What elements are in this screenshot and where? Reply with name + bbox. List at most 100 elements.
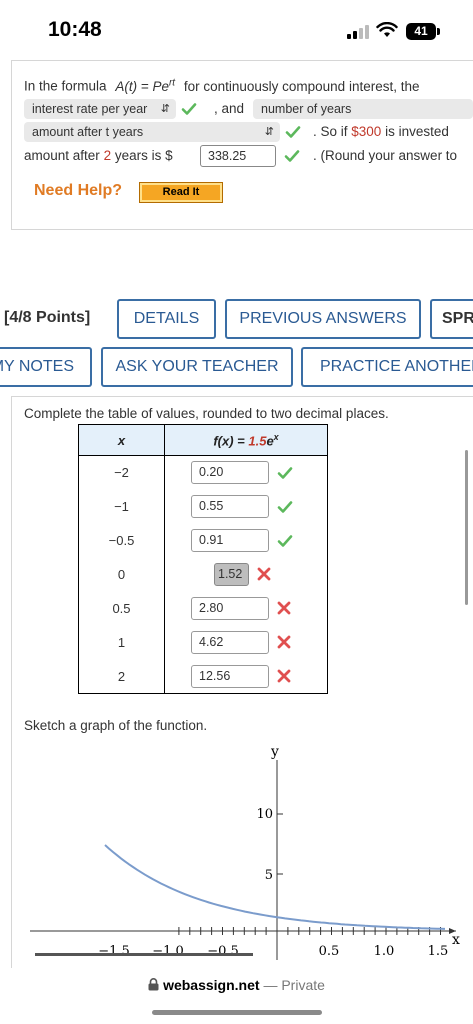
check-icon — [277, 499, 293, 518]
previous-answers-button[interactable]: PREVIOUS ANSWERS — [225, 299, 421, 339]
x-cell: 0.5 — [78, 591, 165, 626]
my-notes-button[interactable]: MY NOTES — [0, 347, 92, 387]
question1-line1: In the formula A(t) = Pert for continuou… — [24, 77, 419, 94]
check-icon — [284, 150, 300, 162]
function-graph[interactable]: y x 10 5 0.5 1.0 1.5 −1.5 −1.0 −0.5 — [30, 740, 470, 960]
fx-header-prefix: f(x) = — [213, 433, 249, 449]
lock-icon — [148, 978, 159, 991]
fx-cell: 4.62 — [164, 625, 328, 660]
x-tick-label-1.5: 1.5 — [428, 944, 449, 959]
check-icon — [277, 533, 293, 552]
sketch-instruction: Sketch a graph of the function. — [24, 718, 208, 733]
fx-answer-field[interactable]: 1.52 — [214, 562, 249, 586]
formula-intro: In the formula — [24, 78, 107, 94]
table-row: 0 1.52 — [78, 557, 328, 592]
years-value: 2 — [103, 148, 112, 163]
fx-answer-field[interactable]: 12.56 — [191, 664, 269, 688]
formula-exponent: rt — [168, 77, 176, 88]
x-tick-label-neg-1.5: −1.5 — [98, 944, 130, 959]
fx-cell: 1.52 — [164, 557, 328, 592]
table-instruction: Complete the table of values, rounded to… — [24, 406, 389, 421]
rate-select-value: interest rate per year — [32, 102, 148, 116]
fx-answer-field[interactable]: 4.62 — [191, 630, 269, 654]
fx-cell: 0.20 — [164, 455, 328, 490]
invested-amount: $300 — [351, 124, 382, 139]
fx-header-base: e — [266, 433, 274, 449]
points-label: [4/8 Points] — [4, 309, 91, 326]
home-indicator[interactable] — [152, 1010, 322, 1015]
scrollbar[interactable] — [465, 450, 468, 605]
fx-answer-field[interactable]: 0.20 — [191, 461, 269, 484]
formula-description: for continuously compound interest, the — [183, 78, 420, 94]
y-axis-label: y — [270, 744, 279, 760]
read-it-button[interactable]: Read It — [139, 182, 223, 203]
question1-line3: . So if $300 is invested — [313, 124, 449, 139]
table-row: 2 12.56 — [78, 659, 328, 694]
x-tick-label-1.0: 1.0 — [374, 944, 395, 959]
table-row: 1 4.62 — [78, 625, 328, 660]
column-header-x: x — [78, 424, 165, 456]
and-text: , and — [214, 101, 245, 116]
round-text: . (Round your answer to — [313, 148, 458, 163]
rate-select[interactable]: interest rate per year ⇵ — [24, 99, 176, 119]
years-select-value: number of years — [261, 102, 352, 116]
function-curve — [104, 844, 446, 930]
formula-base: A(t) = Pe — [115, 78, 169, 94]
url-privacy: — Private — [263, 977, 325, 993]
table-row: −2 0.20 — [78, 455, 328, 490]
x-icon — [257, 567, 271, 584]
years-select[interactable]: number of years — [253, 99, 473, 119]
fx-answer-field[interactable]: 0.91 — [191, 528, 269, 552]
browser-url-bar[interactable]: webassign.net — Private — [0, 968, 473, 1024]
amount-after-text: amount after — [24, 148, 100, 163]
chevron-updown-icon: ⇵ — [264, 126, 274, 138]
x-tick-label-0.5: 0.5 — [319, 944, 340, 959]
values-table-body: −2 0.20 −1 0.55 −0.5 0.91 0 1.52 0.5 2.80 1 4.62 2 12… — [78, 455, 328, 694]
x-icon — [277, 635, 291, 652]
wifi-icon — [376, 22, 398, 37]
fx-answer-field[interactable]: 0.55 — [191, 494, 269, 518]
signal-icon — [347, 25, 371, 39]
table-row: 0.5 2.80 — [78, 591, 328, 626]
battery-tip — [437, 28, 440, 35]
spr-button[interactable]: SPR — [430, 299, 473, 339]
is-invested-text: is invested — [385, 124, 449, 139]
details-button[interactable]: DETAILS — [117, 299, 216, 339]
years-is-text: years is $ — [114, 148, 173, 163]
battery-icon: 41 — [406, 23, 436, 40]
x-cell: −0.5 — [78, 523, 165, 558]
status-time: 10:48 — [48, 18, 102, 41]
y-tick-label-10: 10 — [256, 807, 273, 822]
fx-cell: 12.56 — [164, 659, 328, 694]
status-bar: 10:48 41 — [0, 0, 473, 60]
amount-select-value: amount after t years — [32, 125, 144, 139]
x-cell: −2 — [78, 455, 165, 490]
x-cell: 0 — [78, 557, 165, 592]
so-if-text: . So if — [313, 124, 348, 139]
y-tick-label-5: 5 — [265, 868, 273, 883]
x-icon — [277, 601, 291, 618]
fx-cell: 0.91 — [164, 523, 328, 558]
column-header-fx: f(x) = 1.5ex — [164, 424, 328, 456]
check-icon — [277, 465, 293, 484]
x-cell: −1 — [78, 489, 165, 524]
fx-answer-field[interactable]: 2.80 — [191, 596, 269, 620]
ask-teacher-button[interactable]: ASK YOUR TEACHER — [101, 347, 293, 387]
x-cell: 2 — [78, 659, 165, 694]
x-tick-label-neg-0.5: −0.5 — [207, 944, 239, 959]
table-row: −0.5 0.91 — [78, 523, 328, 558]
check-icon — [181, 103, 197, 115]
amount-answer-field[interactable]: 338.25 — [200, 145, 276, 167]
graph-bottom-bar — [35, 953, 253, 956]
need-help-label: Need Help? — [34, 182, 123, 199]
practice-another-button[interactable]: PRACTICE ANOTHER — [301, 347, 473, 387]
fx-cell: 0.55 — [164, 489, 328, 524]
table-row: −1 0.55 — [78, 489, 328, 524]
x-tick-label-neg-1.0: −1.0 — [152, 944, 184, 959]
url-domain: webassign.net — [163, 977, 260, 993]
fx-header-coef: 1.5 — [248, 433, 267, 449]
formula: A(t) = Pert — [115, 77, 176, 94]
amount-select[interactable]: amount after t years ⇵ — [24, 122, 280, 142]
values-table: x f(x) = 1.5ex −2 0.20 −1 0.55 −0.5 0.91 0 1.52… — [78, 424, 328, 694]
url-display[interactable]: webassign.net — Private — [0, 977, 473, 993]
